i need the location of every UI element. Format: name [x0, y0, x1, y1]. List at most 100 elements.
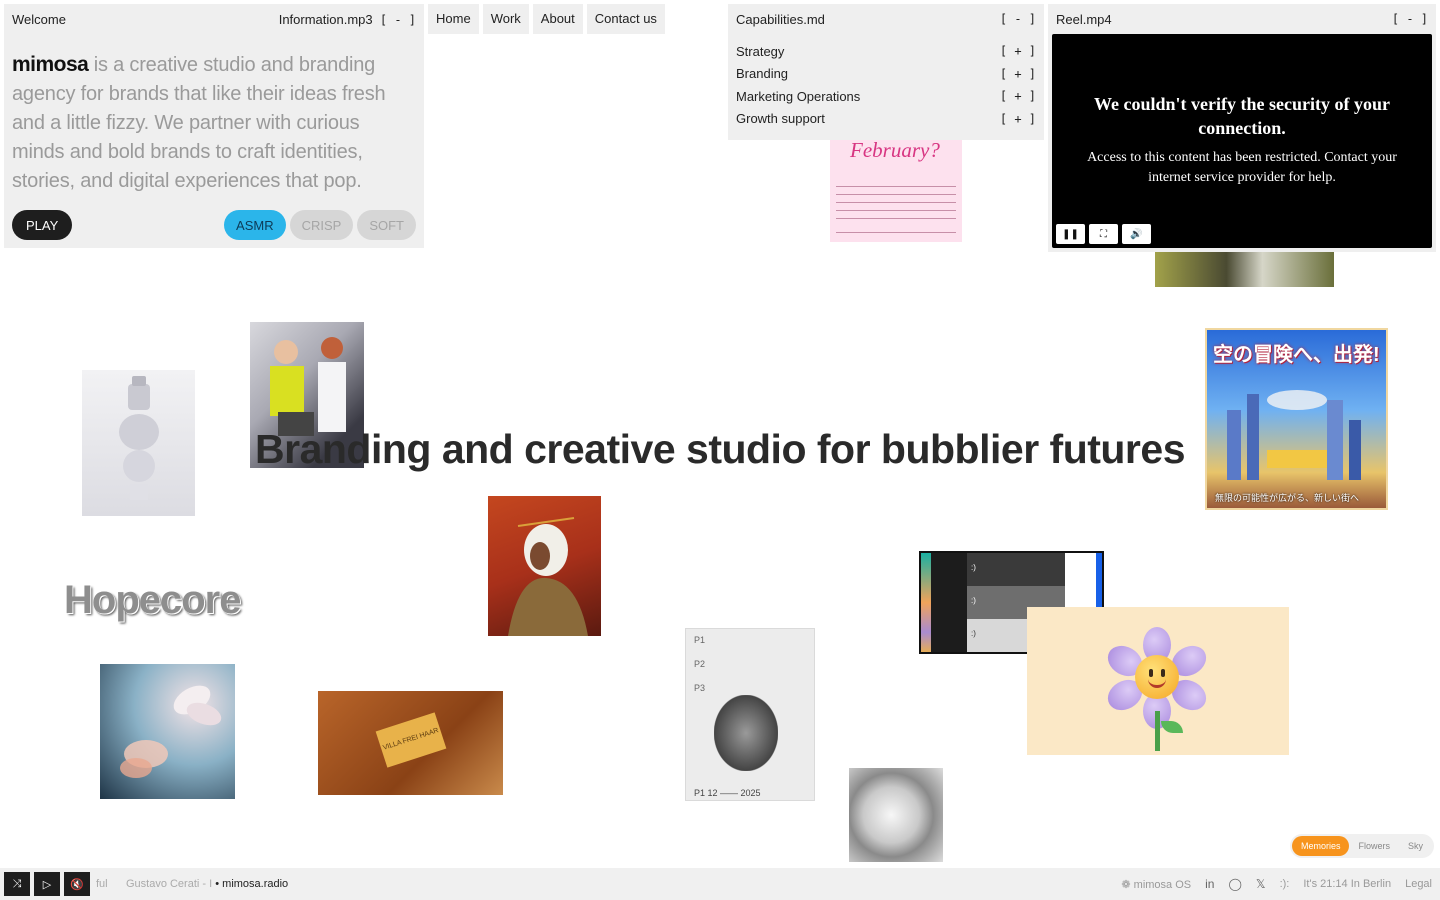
- capabilities-panel: Capabilities.md [ - ] Strategy [ + ] Bran…: [728, 4, 1044, 140]
- flower-leaf: [1161, 721, 1183, 733]
- fullscreen-button[interactable]: ⛶: [1089, 224, 1118, 244]
- play-icon: ▷: [42, 878, 52, 891]
- magnolia-illustration: [120, 685, 222, 778]
- capability-marketing-operations[interactable]: Marketing Operations [ + ]: [728, 85, 1044, 108]
- flower-stem: [1155, 711, 1160, 751]
- shuffle-button[interactable]: ⤨: [4, 872, 30, 896]
- volume-button[interactable]: 🔊: [1122, 224, 1151, 244]
- pause-icon: ❚❚: [1062, 228, 1079, 240]
- reel-panel: Reel.mp4 [ - ] We couldn't verify the se…: [1048, 4, 1436, 252]
- linkedin-icon[interactable]: in: [1205, 877, 1214, 891]
- doc-sculpture-graphic: [714, 695, 778, 771]
- expand-toggle[interactable]: [ + ]: [1000, 89, 1036, 103]
- magnolia-photo-image[interactable]: [100, 664, 235, 799]
- nav-home[interactable]: Home: [428, 4, 479, 34]
- x-icon[interactable]: 𝕏: [1256, 877, 1266, 891]
- portrait-illustration: [508, 517, 588, 636]
- reel-title: Reel.mp4: [1056, 11, 1112, 27]
- capability-growth-support[interactable]: Growth support [ + ]: [728, 108, 1044, 131]
- capabilities-collapse-button[interactable]: [ - ]: [1000, 12, 1036, 26]
- hopecore-wordmark[interactable]: Hopecore: [64, 578, 241, 623]
- theme-sky[interactable]: Sky: [1399, 836, 1432, 856]
- reel-collapse-button[interactable]: [ - ]: [1392, 12, 1428, 26]
- footer-bar: ⤨ ▷ 🔇 ful Gustavo Cerati - I • mimosa.ra…: [0, 868, 1440, 900]
- anime-city-illustration: [1227, 390, 1361, 480]
- legal-link[interactable]: Legal: [1405, 878, 1432, 890]
- play-radio-button[interactable]: ▷: [34, 872, 60, 896]
- mood-crisp-button[interactable]: CRISP: [289, 210, 354, 240]
- capability-branding[interactable]: Branding [ + ]: [728, 63, 1044, 86]
- shuffle-icon: ⤨: [12, 877, 22, 890]
- nav-about[interactable]: About: [532, 4, 583, 34]
- nav-contact[interactable]: Contact us: [586, 4, 665, 34]
- editorial-document-image[interactable]: P1 P2 P3 P1 12 —— 2025: [685, 628, 815, 801]
- capability-label: Strategy: [736, 43, 785, 59]
- business-card-image[interactable]: VILLA FREI HAAR: [318, 691, 503, 795]
- pause-button[interactable]: ❚❚: [1056, 224, 1085, 244]
- capabilities-header: Capabilities.md [ - ]: [728, 4, 1044, 34]
- expand-toggle[interactable]: [ + ]: [1000, 67, 1036, 81]
- headscarf-portrait-image[interactable]: [488, 496, 601, 636]
- flower-icon: ❁: [1121, 878, 1131, 891]
- instagram-icon[interactable]: ◯: [1228, 877, 1241, 891]
- track-name: Information.mp3: [278, 11, 373, 27]
- video-error-title: We couldn't verify the security of your …: [1094, 94, 1390, 138]
- capability-label: Branding: [736, 66, 789, 82]
- swatch-row: :): [967, 553, 1065, 586]
- performers-photo-image[interactable]: [250, 322, 364, 468]
- flower-face: [1135, 655, 1179, 699]
- nav-work[interactable]: Work: [482, 4, 529, 34]
- os-link[interactable]: ❁ mimosa OS: [1121, 878, 1191, 891]
- poster-title: February?: [850, 138, 940, 162]
- street-photo-image[interactable]: [1155, 252, 1334, 287]
- reel-header: Reel.mp4 [ - ]: [1048, 4, 1436, 34]
- fullscreen-icon: ⛶: [1100, 228, 1107, 240]
- ticker-station: mimosa.radio: [222, 878, 289, 890]
- color-strip: [921, 553, 931, 652]
- capability-label: Growth support: [736, 111, 825, 127]
- mute-button[interactable]: 🔇: [64, 872, 90, 896]
- mood-selector: ASMR CRISP SOFT: [224, 210, 416, 240]
- expand-toggle[interactable]: [ + ]: [1000, 112, 1036, 126]
- mood-asmr-button[interactable]: ASMR: [224, 210, 286, 240]
- february-poster-image[interactable]: February?: [830, 138, 962, 242]
- ticker-track: Gustavo Cerati - I: [125, 878, 213, 890]
- dark-column: [931, 553, 967, 652]
- os-label: mimosa OS: [1133, 878, 1192, 891]
- glass-robot-image[interactable]: [82, 370, 195, 516]
- anime-poster-image[interactable]: 空の冒険へ、出発! 無限の可能性が広がる、新しい街へ: [1205, 328, 1388, 510]
- doc-line: P2: [694, 659, 706, 669]
- footer-right: ❁ mimosa OS in ◯ 𝕏 :): It's 21:14 In Ber…: [1121, 877, 1436, 891]
- capability-label: Marketing Operations: [736, 88, 861, 104]
- face-emoticon: :):: [1279, 878, 1290, 890]
- doc-line: P1: [694, 635, 706, 645]
- ticker-prev: ful: [96, 878, 108, 890]
- video-error-body: Access to this content has been restrict…: [1087, 150, 1397, 185]
- anime-subtitle: 無限の可能性が広がる、新しい街へ: [1215, 493, 1360, 503]
- welcome-panel: Welcome Information.mp3 [ - ] mimosa is …: [4, 4, 424, 248]
- business-card-text: VILLA FREI HAAR: [375, 712, 447, 768]
- smiling-flower-image[interactable]: [1027, 607, 1289, 755]
- local-time: It's 21:14 In Berlin: [1303, 878, 1392, 890]
- play-button[interactable]: PLAY: [12, 210, 73, 240]
- main-nav: Home Work About Contact us: [428, 4, 665, 34]
- doc-line: P1 12 —— 2025: [694, 788, 761, 798]
- pearl-object-image[interactable]: [849, 768, 943, 862]
- expand-toggle[interactable]: [ + ]: [1000, 44, 1036, 58]
- theme-flowers[interactable]: Flowers: [1349, 836, 1399, 856]
- capability-strategy[interactable]: Strategy [ + ]: [728, 40, 1044, 63]
- video-controls: ❚❚ ⛶ 🔊: [1056, 224, 1151, 244]
- video-error: We couldn't verify the security of your …: [1082, 92, 1402, 188]
- theme-switcher: Memories Flowers Sky: [1289, 834, 1434, 858]
- doc-line: P3: [694, 683, 706, 693]
- radio-ticker: ful Gustavo Cerati - I • mimosa.radio: [96, 878, 289, 890]
- mute-icon: 🔇: [70, 878, 84, 891]
- theme-memories[interactable]: Memories: [1291, 836, 1350, 856]
- capabilities-title: Capabilities.md: [736, 11, 825, 27]
- robot-illustration: [119, 376, 159, 500]
- mood-soft-button[interactable]: SOFT: [357, 210, 416, 240]
- reel-video[interactable]: We couldn't verify the security of your …: [1052, 34, 1432, 248]
- brand-name: mimosa: [12, 53, 89, 76]
- performers-illustration: [270, 337, 346, 436]
- welcome-collapse-button[interactable]: [ - ]: [380, 13, 416, 27]
